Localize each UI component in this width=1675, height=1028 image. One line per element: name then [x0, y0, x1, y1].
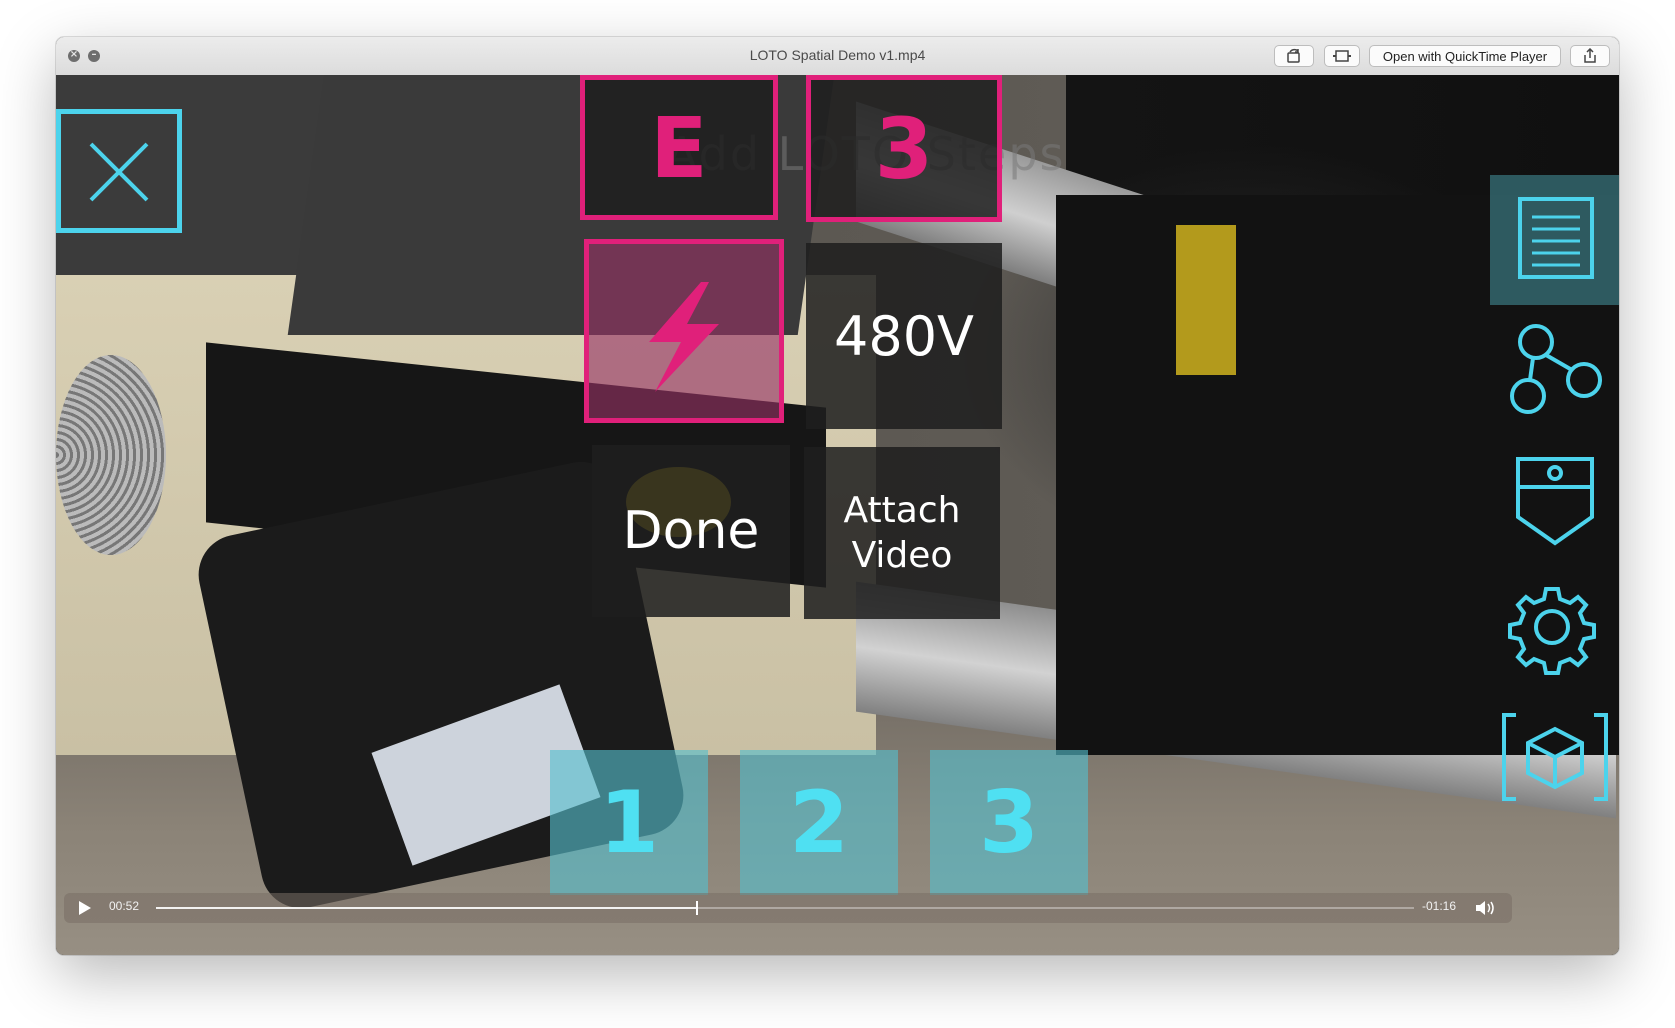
lightning-tile[interactable]: [584, 239, 784, 423]
scrubber-track[interactable]: [156, 901, 1414, 915]
model-view-button[interactable]: [1496, 707, 1614, 807]
close-icon: [89, 142, 149, 202]
share-button[interactable]: [1570, 45, 1610, 67]
pocket-button[interactable]: [1500, 445, 1610, 555]
title-bar: × – LOTO Spatial Demo v1.mp4 Open with Q…: [56, 37, 1619, 76]
trim-icon: [1333, 50, 1351, 62]
play-icon: [79, 901, 91, 915]
document-button[interactable]: [1490, 175, 1619, 305]
document-icon: [1518, 197, 1594, 279]
scrubber-progress: [156, 907, 697, 909]
step-tile-1[interactable]: 1: [550, 750, 708, 895]
tile-letter[interactable]: E: [580, 75, 778, 220]
step-tile-2[interactable]: 2: [740, 750, 898, 895]
trim-button[interactable]: [1324, 45, 1360, 67]
connections-button[interactable]: [1500, 320, 1610, 430]
video-frame[interactable]: Add LOTO Steps E 3 480V Done Attach Vide…: [56, 75, 1619, 955]
lightning-icon: [649, 282, 719, 392]
cooling-fan: [56, 355, 166, 555]
volume-icon: [1476, 901, 1494, 915]
share-icon: [1584, 48, 1596, 63]
remaining-time: -01:16: [1422, 899, 1457, 913]
ar-close-button[interactable]: [56, 109, 182, 233]
done-button[interactable]: Done: [592, 445, 790, 617]
rotate-icon: [1287, 48, 1300, 63]
warning-label: [1176, 225, 1236, 375]
cube-icon: [1502, 713, 1608, 801]
voltage-label: 480V: [806, 243, 1002, 429]
elapsed-time: 00:52: [109, 899, 140, 913]
pocket-icon: [1516, 457, 1594, 546]
scrubber-playhead[interactable]: [695, 901, 698, 915]
playback-controls: 00:52 -01:16: [64, 893, 1512, 923]
gear-icon: [1508, 587, 1596, 675]
tile-number[interactable]: 3: [806, 75, 1002, 222]
attach-video-button[interactable]: Attach Video: [804, 447, 1000, 619]
player-window: × – LOTO Spatial Demo v1.mp4 Open with Q…: [56, 37, 1619, 955]
share-nodes-icon: [1510, 324, 1602, 414]
volume-button[interactable]: [1474, 899, 1498, 921]
settings-button[interactable]: [1500, 573, 1610, 683]
open-with-quicktime-button[interactable]: Open with QuickTime Player: [1369, 45, 1561, 67]
step-tile-3[interactable]: 3: [930, 750, 1088, 895]
play-button[interactable]: [78, 900, 92, 920]
rotate-button[interactable]: [1274, 45, 1314, 67]
